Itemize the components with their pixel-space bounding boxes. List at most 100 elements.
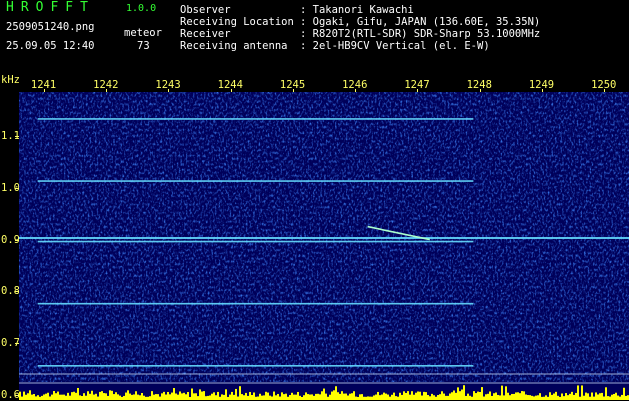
noise-floor-bar	[433, 395, 435, 400]
noise-floor-bar	[367, 396, 369, 400]
noise-floor-bar	[41, 395, 43, 400]
noise-floor-bar	[443, 393, 445, 400]
noise-floor-bar	[95, 393, 97, 400]
noise-floor-bar	[337, 392, 339, 400]
noise-floor-bar	[533, 396, 535, 400]
noise-floor-bar	[553, 393, 555, 400]
noise-floor-bar	[35, 396, 37, 400]
noise-floor-bar	[27, 393, 29, 400]
noise-floor-bar	[487, 393, 489, 400]
noise-floor-bar	[355, 396, 357, 400]
receiver-value: : R820T2(RTL-SDR) SDR-Sharp 53.1000MHz	[300, 28, 541, 40]
noise-floor-bar	[591, 392, 593, 400]
noise-floor-bar	[523, 391, 525, 400]
noise-floor-bar	[73, 391, 75, 400]
noise-floor-bar	[419, 391, 421, 400]
noise-floor-bar	[157, 394, 159, 400]
noise-floor-bar	[131, 394, 133, 400]
noise-floor-bar	[51, 394, 53, 400]
noise-floor-bar	[525, 394, 527, 400]
noise-floor-bar	[171, 392, 173, 400]
noise-floor-bar	[243, 395, 245, 400]
noise-floor-bar	[521, 391, 523, 400]
noise-floor-bar	[217, 391, 219, 400]
antenna-value: : 2el-HB9CV Vertical (el. E-W)	[300, 40, 490, 52]
file-name: 2509051240.png	[6, 21, 95, 33]
noise-floor-bar	[411, 391, 413, 400]
noise-floor-bar	[403, 391, 405, 400]
noise-floor-bar	[199, 389, 201, 400]
noise-floor-bar	[423, 391, 425, 400]
noise-floor-bar	[339, 393, 341, 400]
noise-floor-bar	[369, 396, 371, 400]
noise-floor-bar	[437, 395, 439, 400]
spectrogram	[19, 92, 629, 400]
noise-floor-bar	[61, 394, 63, 400]
noise-floor-bar	[599, 393, 601, 400]
noise-floor-bar	[125, 392, 127, 400]
noise-floor-bar	[497, 394, 499, 400]
noise-floor-bar	[555, 391, 557, 400]
location-value: : Ogaki, Gifu, JAPAN (136.60E, 35.35N)	[300, 16, 541, 28]
noise-floor-bar	[155, 394, 157, 400]
noise-floor-bar	[349, 393, 351, 400]
noise-floor-bar	[291, 392, 293, 400]
noise-floor-bar	[611, 394, 613, 400]
noise-floor-bar	[609, 396, 611, 400]
antenna-label: Receiving antenna	[180, 40, 288, 52]
spectrogram-noise	[19, 92, 629, 382]
noise-floor-bar	[429, 396, 431, 400]
noise-floor-bar	[459, 391, 461, 400]
noise-floor-bar	[519, 393, 521, 400]
noise-floor-bar	[129, 393, 131, 400]
noise-floor-bar	[607, 396, 609, 400]
noise-floor-bar	[225, 389, 227, 400]
header-panel: HROFFT 1.0.0 2509051240.png meteor 25.09…	[0, 0, 629, 74]
observer-label: Observer	[180, 4, 231, 16]
noise-floor-bar	[19, 391, 21, 400]
noise-floor-bar	[259, 393, 261, 400]
noise-floor-bar	[83, 393, 85, 400]
noise-floor-bar	[105, 393, 107, 400]
noise-floor-bar	[405, 392, 407, 400]
noise-floor-bar	[527, 395, 529, 400]
noise-floor-bar	[303, 395, 305, 400]
noise-floor-bar	[183, 392, 185, 400]
observer-value: : Takanori Kawachi	[300, 4, 414, 16]
noise-floor-bar	[285, 393, 287, 400]
noise-floor-bar	[143, 395, 145, 400]
noise-floor-bar	[573, 394, 575, 400]
noise-floor-bar	[515, 392, 517, 400]
noise-floor-bar	[103, 393, 105, 400]
noise-floor-bar	[33, 394, 35, 400]
noise-floor-bar	[431, 393, 433, 400]
noise-floor-bar	[153, 394, 155, 400]
noise-floor-bar	[93, 394, 95, 400]
noise-floor-bar	[31, 394, 33, 400]
noise-floor-bar	[499, 395, 501, 400]
noise-floor-bar	[485, 394, 487, 400]
noise-floor-bar	[331, 391, 333, 400]
noise-floor-bar	[63, 394, 65, 400]
noise-floor-bar	[57, 391, 59, 400]
noise-floor-bar	[535, 395, 537, 400]
noise-floor-bar	[149, 396, 151, 400]
noise-floor-bar	[53, 391, 55, 400]
noise-floor-bar	[275, 395, 277, 400]
noise-floor-bar	[379, 395, 381, 400]
noise-floor-bar	[493, 393, 495, 400]
noise-floor-bar	[161, 393, 163, 400]
noise-floor-bar	[245, 392, 247, 400]
noise-floor-bar	[75, 392, 77, 400]
noise-floor-bar	[289, 395, 291, 400]
noise-floor-bar	[569, 393, 571, 400]
noise-floor-bar	[597, 394, 599, 400]
noise-floor-bar	[265, 391, 267, 400]
noise-floor-bar	[307, 394, 309, 400]
noise-floor-bar	[625, 395, 627, 400]
noise-floor-bar	[359, 394, 361, 400]
noise-floor-bar	[101, 391, 103, 400]
noise-floor-bar	[69, 395, 71, 400]
noise-floor-bar	[313, 395, 315, 400]
noise-floor-bar	[455, 392, 457, 400]
